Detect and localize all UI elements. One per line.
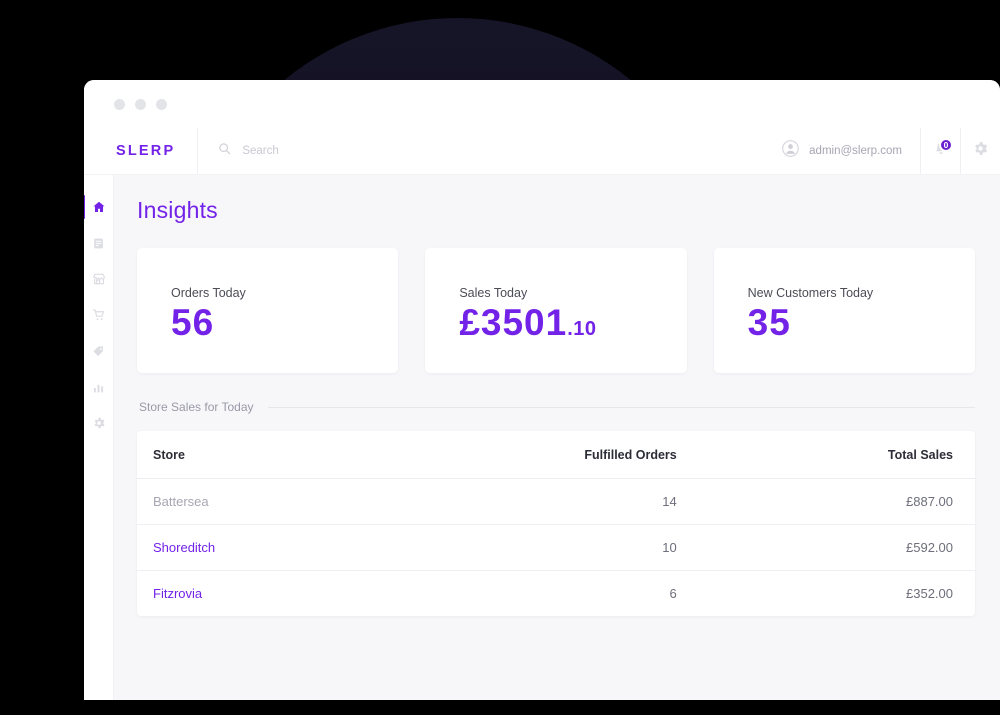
sidebar-item-products[interactable] (84, 341, 114, 361)
cell-fulfilled-orders: 10 (363, 524, 677, 571)
window-close-dot[interactable] (114, 98, 125, 110)
header-actions: admin@slerp.com 0 (768, 127, 1000, 175)
notifications-button[interactable]: 0 (920, 127, 960, 175)
window-minimize-dot[interactable] (135, 98, 146, 110)
sidebar-item-orders[interactable] (84, 233, 114, 253)
stat-value: 56 (171, 302, 398, 343)
stat-card-new-customers-today: New Customers Today 35 (713, 248, 975, 373)
section-title: Store Sales for Today (139, 400, 254, 414)
cell-fulfilled-orders: 6 (669, 586, 677, 601)
column-header-fulfilled-orders: Fulfilled Orders (363, 431, 677, 479)
main-content: Insights Orders Today 56 Sales Today £35… (114, 175, 1000, 700)
bar-chart-icon (93, 384, 104, 392)
cell-fulfilled-orders: 14 (363, 478, 677, 525)
stat-card-orders-today: Orders Today 56 (137, 248, 399, 373)
window-maximize-dot[interactable] (156, 98, 167, 110)
browser-titlebar (84, 80, 1000, 128)
search-input[interactable] (242, 145, 423, 157)
app-body: Insights Orders Today 56 Sales Today £35… (84, 175, 1000, 700)
section-header: Store Sales for Today (139, 400, 975, 414)
settings-button[interactable] (960, 127, 1000, 175)
stat-value: £3501.10 (459, 302, 686, 343)
sidebar-item-reports[interactable] (84, 377, 114, 397)
user-email: admin@slerp.com (809, 145, 902, 157)
stat-value-fraction: .10 (567, 318, 597, 340)
stat-value-main: £3501 (459, 302, 568, 343)
cart-icon (92, 309, 104, 321)
home-icon (92, 201, 105, 212)
column-header-store: Store (137, 431, 364, 479)
stat-label: New Customers Today (747, 286, 874, 300)
sidebar-item-cart[interactable] (84, 305, 114, 325)
cell-total-sales: £592.00 (676, 524, 975, 571)
cell-total-sales: £887.00 (676, 478, 975, 525)
stat-card-sales-today: Sales Today £3501.10 (425, 248, 687, 373)
stat-value-main: 56 (171, 302, 215, 343)
brand-logo[interactable]: SLERP (116, 143, 197, 159)
search-icon (218, 142, 231, 160)
search-box[interactable] (198, 142, 768, 160)
stat-cards: Orders Today 56 Sales Today £3501.10 New… (137, 248, 975, 373)
stat-value: 35 (747, 302, 975, 343)
gear-icon (94, 417, 104, 429)
tag-icon (93, 346, 103, 356)
gear-icon (972, 140, 989, 162)
stat-label: Orders Today (171, 286, 246, 300)
screenshot-stage: SLERP Search admin@slerp.com 0 Insights … (0, 0, 1000, 715)
page-title: Insights (137, 197, 218, 223)
user-avatar-icon (782, 140, 800, 162)
app-header: SLERP Search admin@slerp.com 0 (84, 127, 1000, 175)
browser-window: SLERP Search admin@slerp.com 0 Insights … (84, 80, 1000, 700)
cell-store-name[interactable]: Fitzrovia (137, 571, 363, 617)
table-row: Battersea 14 £887.00 (137, 478, 975, 525)
cell-store-name[interactable]: Shoreditch (137, 524, 364, 571)
store-sales-table: Store Fulfilled Orders Total Sales Batte… (137, 431, 975, 616)
document-icon (94, 238, 103, 248)
cell-total-sales: £352.00 (906, 586, 953, 601)
section-divider (267, 406, 975, 408)
store-sales-table-card: Store Fulfilled Orders Total Sales Batte… (137, 431, 975, 616)
table-row: Shoreditch 10 £592.00 (137, 524, 975, 571)
stat-label: Sales Today (459, 286, 528, 300)
sidebar-item-stores[interactable] (84, 269, 114, 289)
sidebar-item-home[interactable] (84, 195, 114, 219)
store-icon (92, 273, 105, 285)
table-row: Fitzrovia 6 £352.00 (137, 571, 975, 617)
column-header-total-sales: Total Sales (676, 431, 975, 479)
user-menu[interactable]: admin@slerp.com (768, 128, 920, 175)
cell-store-name[interactable]: Battersea (137, 478, 364, 525)
notification-badge: 0 (939, 137, 953, 152)
table-header-row: Store Fulfilled Orders Total Sales (137, 431, 975, 479)
sidebar-nav (84, 175, 114, 700)
stat-value-main: 35 (747, 302, 791, 343)
sidebar-item-settings[interactable] (84, 413, 114, 433)
